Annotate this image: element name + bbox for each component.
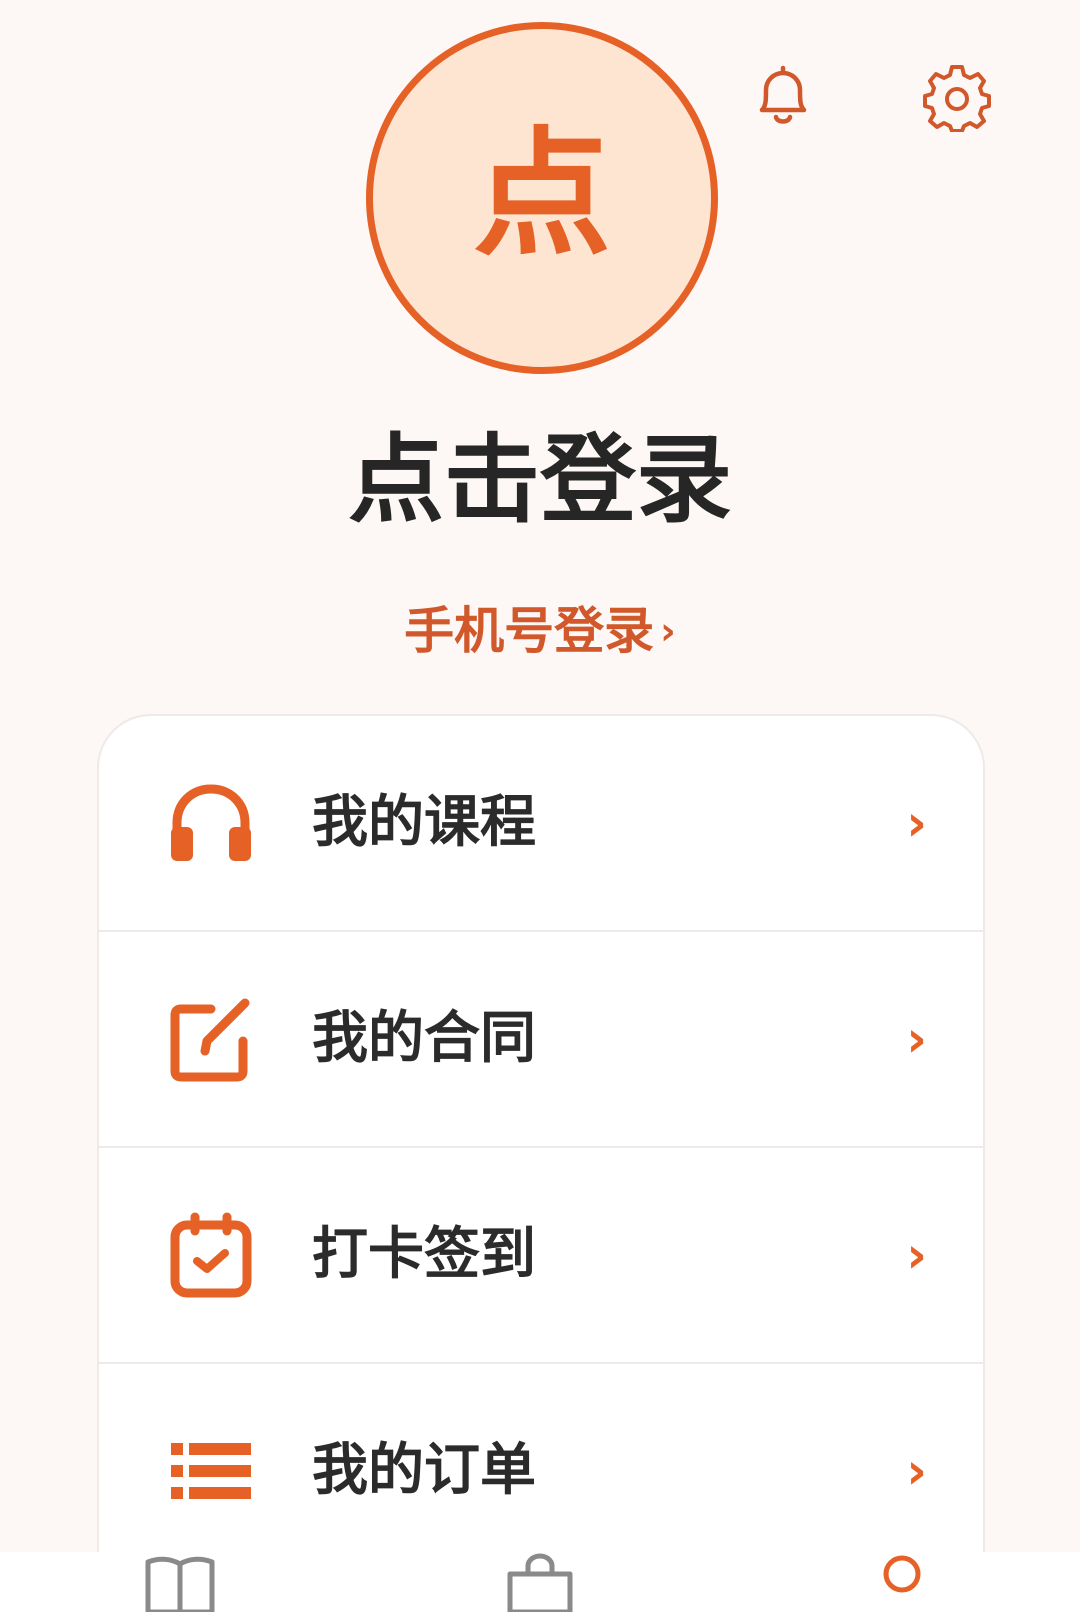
menu-item-my-contracts[interactable]: 我的合同 ›	[99, 932, 983, 1148]
menu-item-label: 打卡签到	[312, 1222, 536, 1287]
chevron-right-icon: ›	[906, 1442, 927, 1500]
chevron-right-icon: ›	[906, 1010, 927, 1068]
edit-icon	[167, 995, 255, 1083]
login-title[interactable]: 点击登录	[0, 432, 1080, 528]
menu-card: 我的课程 › 我的合同 › 打卡签到 › 我的订单 ›	[97, 714, 985, 1613]
menu-item-my-orders[interactable]: 我的订单 ›	[99, 1364, 983, 1580]
user-icon[interactable]	[866, 1552, 938, 1612]
phone-login-label: 手机号登录	[404, 602, 655, 660]
menu-item-label: 我的订单	[312, 1438, 536, 1503]
gear-icon[interactable]	[922, 62, 992, 133]
menu-item-check-in[interactable]: 打卡签到 ›	[99, 1148, 983, 1364]
list-icon	[167, 1427, 255, 1515]
headphones-icon	[167, 779, 255, 867]
avatar-char: 点	[472, 114, 611, 275]
chevron-right-icon: ›	[906, 794, 927, 852]
menu-item-label: 我的课程	[312, 790, 536, 855]
menu-item-label: 我的合同	[312, 1006, 536, 1071]
calendar-check-icon	[167, 1211, 255, 1299]
book-icon[interactable]	[144, 1552, 216, 1613]
chevron-right-icon: ›	[906, 1226, 927, 1284]
profile-page: 点 点击登录 手机号登录 › 我的课程 › 我的合同 › 打卡签到 › 我的订单…	[0, 0, 1080, 1613]
phone-login-link[interactable]: 手机号登录 ›	[0, 606, 1080, 656]
bell-icon[interactable]	[748, 62, 818, 132]
chevron-right-icon: ›	[660, 609, 676, 653]
shopping-bag-icon[interactable]	[504, 1552, 576, 1613]
menu-item-my-courses[interactable]: 我的课程 ›	[99, 716, 983, 932]
bottom-tab-bar	[0, 1552, 1080, 1613]
avatar[interactable]: 点	[366, 22, 718, 374]
